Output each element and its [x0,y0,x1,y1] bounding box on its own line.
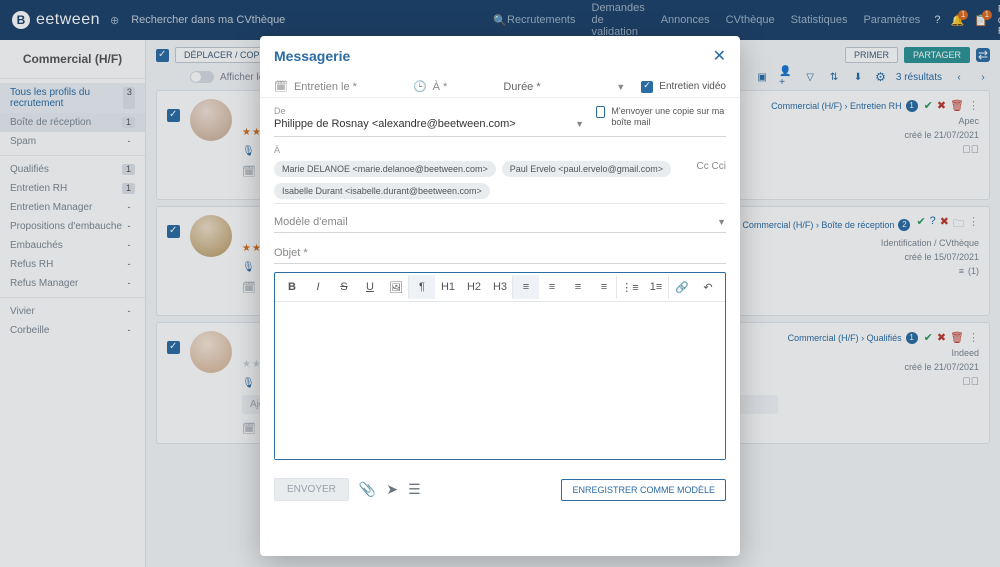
modal-footer: ENVOYER 📎 ➤ ☰ ENREGISTRER COMME MODÈLE [260,470,740,513]
recipients-input[interactable]: Marie DELANOE <marie.delanoe@beetween.co… [274,157,726,204]
underline-button[interactable]: U [357,275,383,299]
video-label: Entretien vidéo [659,81,726,92]
checkbox-icon[interactable] [641,81,653,93]
align-center-button[interactable]: ≡ [539,275,565,299]
to-label: À [274,145,726,155]
send-button[interactable]: ENVOYER [274,478,349,501]
time-field[interactable]: 🕒 À * [413,80,447,93]
attach-icon[interactable]: 📎 [359,481,376,498]
undo-button[interactable]: ↶ [695,275,721,299]
copy-me-label: M'envoyer une copie sur ma boîte mail [611,106,726,128]
bold-button[interactable]: B [279,275,305,299]
modal-header: Messagerie ✕ [260,36,740,74]
save-template-button[interactable]: ENREGISTRER COMME MODÈLE [561,479,726,501]
from-select[interactable]: Philippe de Rosnay <alexandre@beetween.c… [274,118,584,130]
link-button[interactable]: 🔗 [669,275,695,299]
to-row: À Marie DELANOE <marie.delanoe@beetween.… [274,145,726,204]
subject-label: Objet * [274,247,308,259]
strike-button[interactable]: S [331,275,357,299]
align-justify-button[interactable]: ≡ [591,275,617,299]
bullet-list-button[interactable]: ⋮≡ [617,275,643,299]
interview-fields: 🗓 Entretien le * 🕒 À * Durée * ▼ Entreti… [260,74,740,98]
paragraph-button[interactable]: ¶ [409,275,435,299]
modal-overlay: Messagerie ✕ 🗓 Entretien le * 🕒 À * Duré… [0,0,1000,567]
modal-title: Messagerie [274,48,350,64]
number-list-button[interactable]: 1≡ [643,275,669,299]
template-select[interactable]: Modèle d'email ▼ [274,210,726,233]
duration-field[interactable]: Durée * ▼ [503,81,625,93]
time-label: À * [433,81,448,93]
subject-input[interactable]: Objet * [274,241,726,264]
checkbox-icon[interactable] [596,106,605,118]
messaging-modal: Messagerie ✕ 🗓 Entretien le * 🕒 À * Duré… [260,36,740,556]
from-row: De Philippe de Rosnay <alexandre@beetwee… [274,106,726,137]
image-button[interactable]: 🖼 [383,275,409,299]
template-label: Modèle d'email [274,216,348,228]
date-field[interactable]: 🗓 Entretien le * [274,80,357,93]
video-interview-check[interactable]: Entretien vidéo [641,81,726,93]
align-left-button[interactable]: ≡ [513,275,539,299]
calendar-icon: 🗓 [274,80,288,93]
h2-button[interactable]: H2 [461,275,487,299]
copy-me-check[interactable]: M'envoyer une copie sur ma boîte mail [596,106,726,128]
clock-icon: 🕒 [413,80,427,93]
close-icon[interactable]: ✕ [713,46,726,66]
recipient-chip[interactable]: Marie DELANOE <marie.delanoe@beetween.co… [274,161,496,177]
editor-toolbar: B I S U 🖼 ¶ H1 H2 H3 ≡ ≡ ≡ ≡ ⋮≡ 1≡ 🔗 [275,273,725,302]
recipient-chip[interactable]: Isabelle Durant <isabelle.durant@beetwee… [274,183,490,199]
align-right-button[interactable]: ≡ [565,275,591,299]
chevron-down-icon: ▼ [616,82,625,92]
chevron-down-icon: ▼ [717,217,726,227]
recipient-chip[interactable]: Paul Ervelo <paul.ervelo@gmail.com> [502,161,671,177]
from-value: Philippe de Rosnay <alexandre@beetween.c… [274,118,516,130]
h1-button[interactable]: H1 [435,275,461,299]
from-label: De [274,106,584,116]
date-label: Entretien le * [294,81,357,93]
footer-icons: 📎 ➤ ☰ [359,481,421,498]
chevron-down-icon: ▼ [575,119,584,129]
template-icon[interactable]: ☰ [408,481,421,498]
message-editor: B I S U 🖼 ¶ H1 H2 H3 ≡ ≡ ≡ ≡ ⋮≡ 1≡ 🔗 [274,272,726,460]
modal-body: De Philippe de Rosnay <alexandre@beetwee… [260,98,740,470]
h3-button[interactable]: H3 [487,275,513,299]
duration-label: Durée * [503,81,540,93]
send-later-icon[interactable]: ➤ [386,481,398,498]
cc-bcc-toggle[interactable]: Cc Cci [697,161,726,172]
editor-textarea[interactable] [275,302,725,459]
italic-button[interactable]: I [305,275,331,299]
